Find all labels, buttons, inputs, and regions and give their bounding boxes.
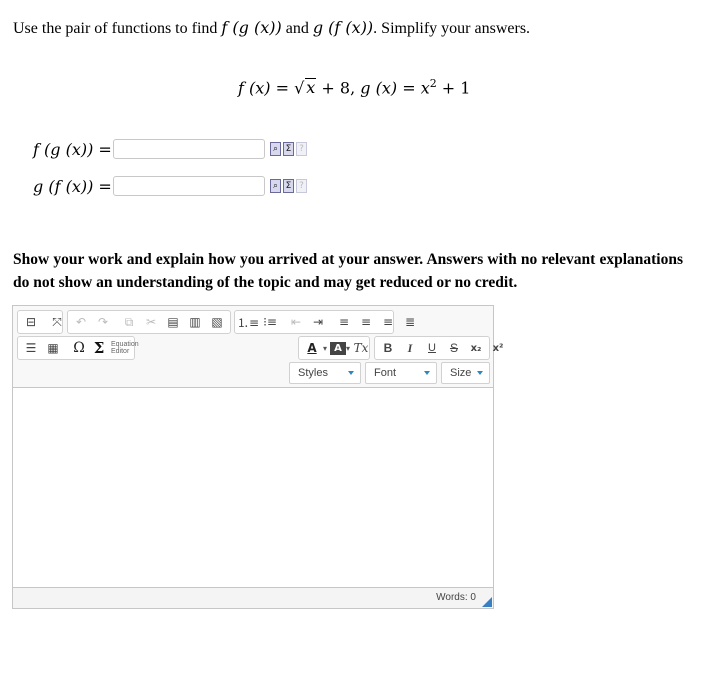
- instruction-text: Use the pair of functions to find: [13, 20, 222, 37]
- g-definition-lhs: g (x) =: [360, 78, 421, 98]
- table-icon[interactable]: ▦: [42, 338, 64, 358]
- paste-icon[interactable]: ▤: [162, 312, 184, 332]
- font-dropdown[interactable]: Font: [365, 362, 437, 384]
- editor-content-area[interactable]: [13, 388, 493, 588]
- f-definition-rest: + 8,: [316, 78, 361, 98]
- underline-button[interactable]: U: [421, 338, 443, 358]
- help-icon[interactable]: ?: [296, 142, 307, 156]
- f-definition-lhs: f (x) =: [238, 78, 295, 98]
- maximize-icon[interactable]: ⤧: [46, 312, 68, 332]
- instruction-suffix: . Simplify your answers.: [373, 20, 531, 37]
- align-right-icon[interactable]: ≡: [377, 312, 399, 332]
- special-char-icon[interactable]: Ω: [68, 338, 90, 358]
- toolbar-group-basicstyles: B I U S x₂ x²: [374, 336, 503, 360]
- function-definitions: f (x) = √ x + 8, g (x) = x2 + 1: [238, 77, 470, 97]
- bulleted-list-icon[interactable]: ⁝≡: [259, 312, 281, 332]
- g-definition-rest: + 1: [436, 78, 471, 98]
- answer-row-fg: f (g (x)) = ⌕ Σ ?: [33, 139, 307, 159]
- gf-expression: g (f (x)): [312, 18, 374, 37]
- paste-text-icon[interactable]: ▥: [184, 312, 206, 332]
- equation-editor-button[interactable]: Equation Editor: [111, 341, 139, 355]
- answer-input-gf[interactable]: [113, 176, 265, 196]
- remove-format-icon[interactable]: Tx: [350, 338, 372, 358]
- answer-row-gf: g (f (x)) = ⌕ Σ ?: [33, 176, 307, 196]
- font-dropdown-label: Font: [374, 367, 397, 379]
- align-left-icon[interactable]: ≡: [333, 312, 355, 332]
- chevron-down-icon: [348, 371, 354, 375]
- copy-icon[interactable]: ⧉: [118, 312, 140, 332]
- indent-icon[interactable]: ⇥: [307, 312, 329, 332]
- outdent-icon[interactable]: ⇤: [285, 312, 307, 332]
- sqrt-radicand: x: [305, 78, 317, 98]
- toolbar-group-clipboard: ↶ ↷ ⧉ ✂ ▤ ▥ ▧ ⌕: [67, 310, 246, 334]
- instructions: Use the pair of functions to find f (g (…: [13, 18, 530, 38]
- styles-dropdown-label: Styles: [298, 367, 328, 379]
- toolbar-group-colors: A ▾ A ▾ Tx: [298, 336, 370, 360]
- superscript-button[interactable]: x²: [487, 338, 509, 358]
- sqrt-symbol: √: [294, 78, 305, 98]
- fg-expression: f (g (x)): [221, 18, 282, 37]
- redo-icon[interactable]: ↷: [92, 312, 114, 332]
- chevron-down-icon: [477, 371, 483, 375]
- help-icon[interactable]: ?: [296, 179, 307, 193]
- preview-icon[interactable]: ⌕: [270, 179, 281, 193]
- subscript-button[interactable]: x₂: [465, 338, 487, 358]
- horizontal-rule-icon[interactable]: ☰: [20, 338, 42, 358]
- toolbar-group-document: ⊟ ⤧: [17, 310, 63, 334]
- word-count: Words: 0: [436, 592, 476, 603]
- preview-icon[interactable]: ⌕: [270, 142, 281, 156]
- rich-text-editor: ⊟ ⤧ ↶ ↷ ⧉ ✂ ▤ ▥ ▧ ⌕ ⒈≡ ⁝≡ ⇤ ⇥ ≡ ≡ ≡ ≣: [12, 305, 503, 609]
- chevron-down-icon[interactable]: ▾: [323, 344, 327, 353]
- resize-handle-icon[interactable]: [482, 597, 492, 607]
- strikethrough-button[interactable]: S: [443, 338, 465, 358]
- bold-button[interactable]: B: [377, 338, 399, 358]
- toolbar-group-paragraph: ⒈≡ ⁝≡ ⇤ ⇥ ≡ ≡ ≡ ≣: [234, 310, 415, 334]
- source-icon[interactable]: ⊟: [20, 312, 42, 332]
- g-exponent: 2: [429, 77, 437, 90]
- toolbar-group-insert: ☰ ▦ Ω Σ Equation Editor: [17, 336, 139, 360]
- chevron-down-icon: [424, 371, 430, 375]
- italic-button[interactable]: I: [399, 338, 421, 358]
- answer-label-gf: g (f (x)) =: [33, 176, 112, 196]
- editor-toolbar: ⊟ ⤧ ↶ ↷ ⧉ ✂ ▤ ▥ ▧ ⌕ ⒈≡ ⁝≡ ⇤ ⇥ ≡ ≡ ≡ ≣: [13, 306, 503, 388]
- work-prompt: Show your work and explain how you arriv…: [13, 251, 683, 291]
- size-dropdown[interactable]: Size: [441, 362, 490, 384]
- equation-icon[interactable]: Σ: [283, 142, 294, 156]
- justify-icon[interactable]: ≣: [399, 312, 421, 332]
- background-color-icon[interactable]: A: [330, 341, 347, 355]
- styles-dropdown[interactable]: Styles: [289, 362, 361, 384]
- equation-label-line2: Editor: [111, 348, 130, 355]
- answer-input-fg[interactable]: [113, 139, 265, 159]
- answer-label-fg: f (g (x)) =: [33, 139, 112, 159]
- equation-label-line1: Equation: [111, 341, 139, 348]
- cut-icon[interactable]: ✂: [140, 312, 162, 332]
- text-color-icon[interactable]: A: [301, 338, 323, 358]
- paste-word-icon[interactable]: ▧: [206, 312, 228, 332]
- numbered-list-icon[interactable]: ⒈≡: [237, 312, 259, 332]
- align-center-icon[interactable]: ≡: [355, 312, 377, 332]
- equation-icon[interactable]: Σ: [283, 179, 294, 193]
- editor-footer: Words: 0: [13, 587, 493, 608]
- equation-editor-icon[interactable]: Σ: [90, 338, 108, 358]
- and-text: and: [281, 20, 313, 37]
- g-base: x: [420, 78, 430, 98]
- size-dropdown-label: Size: [450, 367, 472, 379]
- undo-icon[interactable]: ↶: [70, 312, 92, 332]
